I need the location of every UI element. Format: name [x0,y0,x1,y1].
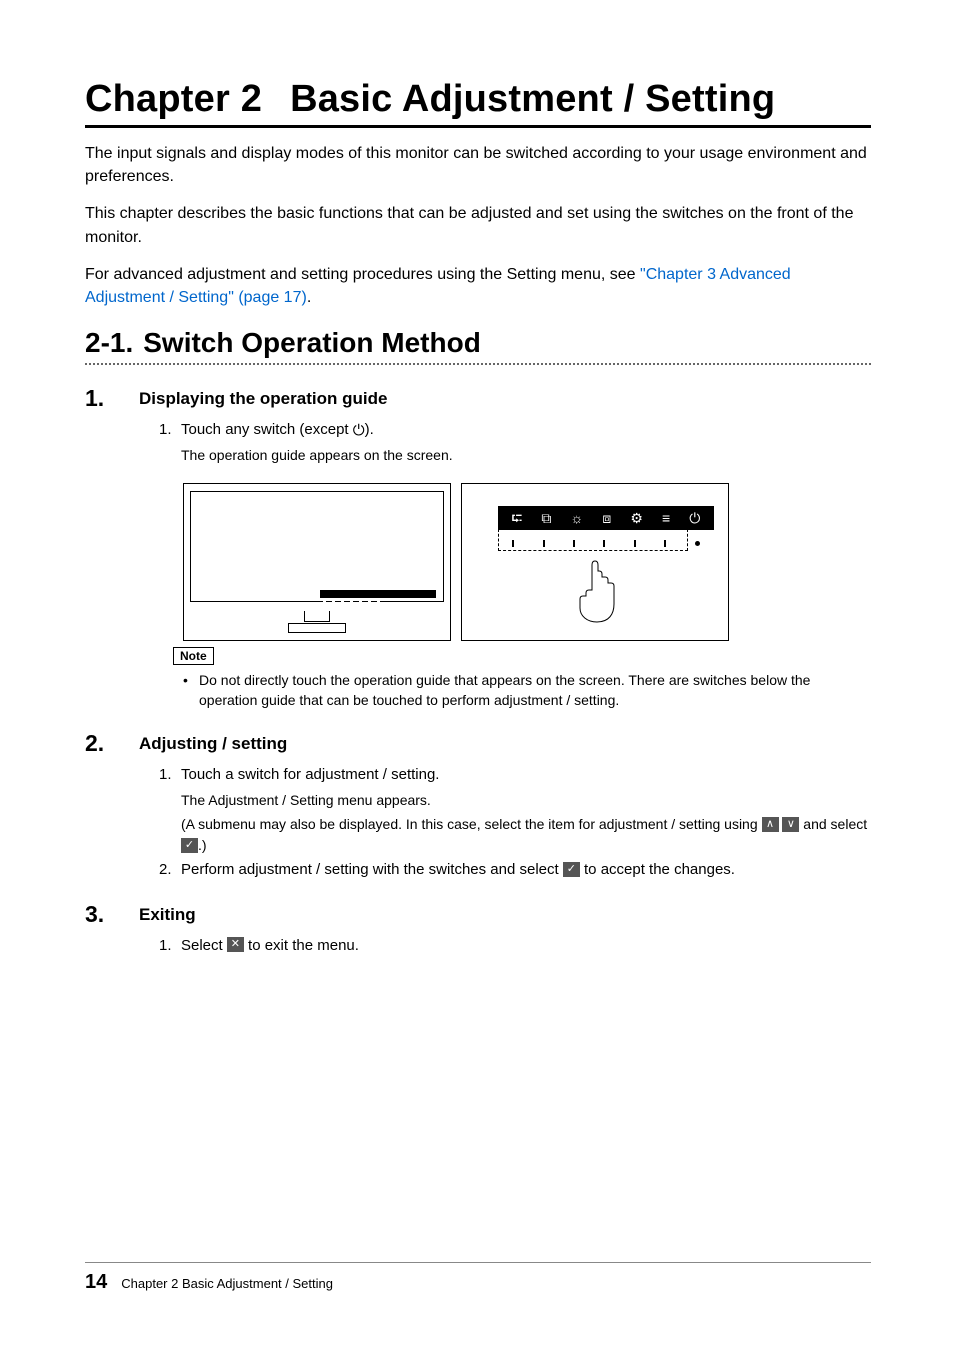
guide-glyph-brightness-icon: ☼ [571,511,584,525]
guide-glyph-power-icon: ⏻ [689,511,700,525]
close-icon: ✕ [227,937,244,952]
step-3-item-1: Select ✕ to exit the menu. [159,935,871,957]
monitor-illustration [183,483,451,641]
step-number: 1. [85,385,104,412]
guide-illustration: ⮓ ⧉ ☼ ⧈ ⚙ ≡ ⏻ [461,483,729,641]
intro-paragraph-1: The input signals and display modes of t… [85,142,871,188]
section-number: 2-1. [85,327,133,359]
note-label: Note [173,647,214,665]
step-title: Exiting [139,905,196,924]
chapter-number: Chapter 2 [85,78,262,121]
step-1-item-1: Touch any switch (except ⏻). The operati… [159,419,871,465]
step-2: 2. Adjusting / setting Touch a switch fo… [85,734,871,880]
up-icon: ∧ [762,817,779,832]
guide-glyph-menu-icon: ≡ [662,511,670,525]
step-1: 1. Displaying the operation guide Touch … [85,389,871,710]
footer-chapter-label: Chapter 2 Basic Adjustment / Setting [121,1276,333,1291]
step-2-item-1-sub2: (A submenu may also be displayed. In thi… [181,814,871,855]
guide-glyph-settings-icon: ⚙ [630,511,643,525]
monitor-switch-strip-icon [320,590,436,598]
guide-glyph-size-icon: ⧈ [602,511,611,525]
note-text: Do not directly touch the operation guid… [189,671,871,710]
intro-paragraph-3: For advanced adjustment and setting proc… [85,263,871,309]
intro-p3-before: For advanced adjustment and setting proc… [85,266,640,283]
intro-p3-after: . [307,289,311,306]
step-title: Adjusting / setting [139,734,287,753]
check-icon: ✓ [181,838,198,853]
chapter-title: Chapter 2 Basic Adjustment / Setting [85,78,871,128]
down-icon: ∨ [782,817,799,832]
section-heading: 2-1. Switch Operation Method [85,327,871,365]
step-title: Displaying the operation guide [139,389,387,408]
step-1-item-1-sub: The operation guide appears on the scree… [181,445,871,465]
step-number: 3. [85,901,104,928]
guide-glyph-pip-icon: ⧉ [541,511,551,525]
hand-pointer-icon [567,556,627,626]
step-2-item-1-sub1: The Adjustment / Setting menu appears. [181,790,871,810]
operation-guide-figure: ⮓ ⧉ ☼ ⧈ ⚙ ≡ ⏻ [183,483,871,641]
step-2-item-2: Perform adjustment / setting with the sw… [159,859,871,881]
check-icon: ✓ [563,862,580,877]
step-2-item-1: Touch a switch for adjustment / setting.… [159,764,871,855]
section-title: Switch Operation Method [143,327,481,358]
power-icon: ⏻ [353,422,365,439]
intro-paragraph-2: This chapter describes the basic functio… [85,202,871,248]
step-number: 2. [85,730,104,757]
note-box: Note Do not directly touch the operation… [173,647,871,710]
chapter-title-text: Basic Adjustment / Setting [290,78,775,120]
page-footer: 14 Chapter 2 Basic Adjustment / Setting [85,1262,871,1294]
switch-markers-icon [498,538,714,552]
step-3: 3. Exiting Select ✕ to exit the menu. [85,905,871,957]
guide-glyph-input-icon: ⮓ [512,511,523,525]
page-number: 14 [85,1271,107,1294]
operation-guide-bar-icon: ⮓ ⧉ ☼ ⧈ ⚙ ≡ ⏻ [498,506,714,530]
